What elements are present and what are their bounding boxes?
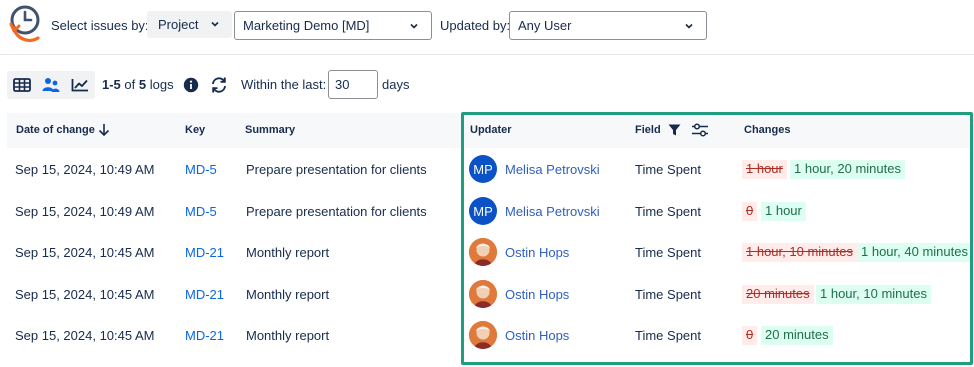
- avatar-initials: MP: [473, 161, 493, 177]
- row-date: Sep 15, 2024, 10:45 AM: [15, 245, 155, 260]
- row-updater-link[interactable]: Ostin Hops: [505, 328, 569, 343]
- row-summary: Prepare presentation for clients: [246, 204, 427, 219]
- updated-by-label: Updated by:: [440, 18, 511, 33]
- row-summary: Monthly report: [246, 328, 330, 343]
- table-view-button[interactable]: [7, 71, 36, 99]
- row-issue-key-link[interactable]: MD-21: [185, 328, 224, 343]
- sort-descending-icon[interactable]: [98, 123, 110, 137]
- info-button[interactable]: [183, 77, 199, 93]
- row-field: Time Spent: [635, 328, 701, 343]
- row-date: Sep 15, 2024, 10:49 AM: [15, 162, 155, 177]
- row-summary: Monthly report: [246, 287, 330, 302]
- chart-view-button[interactable]: [65, 71, 94, 99]
- row-date: Sep 15, 2024, 10:45 AM: [15, 328, 155, 343]
- row-field: Time Spent: [635, 245, 701, 260]
- chevron-down-icon: [410, 23, 418, 29]
- avatar: [469, 321, 497, 349]
- new-value-badge: 1 hour, 40 minutes: [857, 243, 972, 262]
- old-value-badge: 1 hour, 10 minutes: [742, 243, 857, 262]
- row-field: Time Spent: [635, 204, 701, 219]
- row-updater-link[interactable]: Melisa Petrovski: [505, 204, 600, 219]
- line-chart-icon: [71, 79, 88, 92]
- old-value-badge: 20 minutes: [742, 285, 814, 304]
- row-issue-key-link[interactable]: MD-21: [185, 287, 224, 302]
- new-value-badge: 1 hour, 10 minutes: [816, 285, 931, 304]
- row-summary: Prepare presentation for clients: [246, 162, 427, 177]
- avatar: [469, 238, 497, 266]
- chevron-down-icon: [211, 21, 219, 27]
- row-summary: Monthly report: [246, 245, 330, 260]
- row-issue-key-link[interactable]: MD-5: [185, 204, 217, 219]
- new-value-badge: 1 hour, 20 minutes: [790, 160, 905, 179]
- row-date: Sep 15, 2024, 10:49 AM: [15, 204, 155, 219]
- select-by-dropdown[interactable]: Project: [147, 11, 232, 38]
- row-field: Time Spent: [635, 162, 701, 177]
- column-settings-icon[interactable]: [691, 123, 709, 137]
- column-header-changes[interactable]: Changes: [744, 124, 790, 136]
- avatar: MP: [469, 197, 497, 225]
- user-photo-icon: [469, 238, 497, 266]
- column-header-field[interactable]: Field: [635, 124, 661, 136]
- row-issue-key-link[interactable]: MD-5: [185, 162, 217, 177]
- row-updater-link[interactable]: Ostin Hops: [505, 245, 569, 260]
- avatar: [469, 280, 497, 308]
- row-updater-link[interactable]: Melisa Petrovski: [505, 162, 600, 177]
- chevron-down-icon: [685, 23, 693, 29]
- column-header-updater[interactable]: Updater: [470, 124, 512, 136]
- select-by-value: Project: [158, 17, 199, 32]
- project-select[interactable]: Marketing Demo [MD]: [234, 11, 432, 40]
- row-field: Time Spent: [635, 287, 701, 302]
- user-photo-icon: [469, 321, 497, 349]
- log-of-word: of: [124, 77, 136, 92]
- row-updater-link[interactable]: Ostin Hops: [505, 287, 569, 302]
- header-divider: [0, 54, 974, 55]
- info-icon: [183, 77, 199, 93]
- column-header-summary[interactable]: Summary: [245, 124, 295, 136]
- updated-by-select[interactable]: Any User: [509, 11, 707, 40]
- users-icon: [42, 78, 59, 92]
- avatar-initials: MP: [473, 203, 493, 219]
- app-logo-icon: [9, 5, 40, 42]
- old-value-badge: 0: [742, 326, 758, 345]
- column-header-key[interactable]: Key: [185, 124, 205, 136]
- avatar: MP: [469, 155, 497, 183]
- old-value-badge: 0: [742, 202, 758, 221]
- table-grid-icon: [12, 78, 31, 92]
- updated-by-value: Any User: [518, 18, 572, 33]
- users-view-button[interactable]: [36, 71, 65, 99]
- filter-icon[interactable]: [668, 124, 681, 136]
- days-input[interactable]: [328, 70, 378, 99]
- user-photo-icon: [469, 280, 497, 308]
- row-date: Sep 15, 2024, 10:45 AM: [15, 287, 155, 302]
- days-label: days: [382, 77, 410, 92]
- within-last-label: Within the last:: [241, 77, 327, 92]
- new-value-badge: 20 minutes: [761, 326, 833, 345]
- column-header-date[interactable]: Date of change: [16, 124, 95, 136]
- refresh-button[interactable]: [209, 75, 229, 95]
- view-switcher: [7, 71, 95, 99]
- old-value-badge: 1 hour: [742, 160, 787, 179]
- log-count: 1-5 of 5 logs: [102, 77, 174, 92]
- project-select-value: Marketing Demo [MD]: [243, 18, 370, 33]
- select-issues-by-label: Select issues by:: [51, 18, 149, 33]
- log-range: 1-5: [102, 77, 121, 92]
- refresh-icon: [212, 77, 226, 93]
- log-logs-word: logs: [149, 77, 174, 92]
- row-issue-key-link[interactable]: MD-21: [185, 245, 224, 260]
- new-value-badge: 1 hour: [761, 202, 806, 221]
- log-total: 5: [138, 77, 147, 92]
